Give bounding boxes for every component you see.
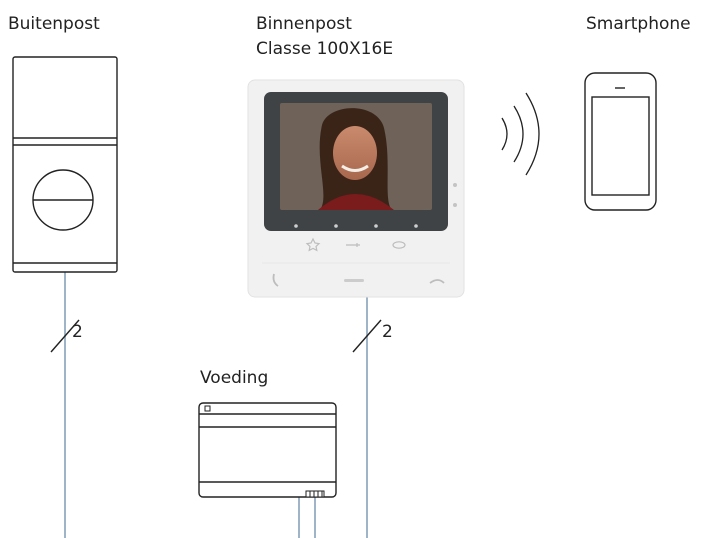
intercom-diagram (12, 56, 657, 538)
terminal-block (305, 490, 325, 498)
indoor-monitor (247, 79, 465, 298)
wireless-signal-icon (501, 92, 540, 176)
monitor-wifi-icon (453, 203, 457, 207)
brand-mark (344, 279, 364, 282)
monitor-status-icon (453, 183, 457, 187)
power-supply-unit (198, 402, 337, 498)
outdoor-station (12, 56, 118, 273)
smartphone-device (584, 72, 657, 211)
